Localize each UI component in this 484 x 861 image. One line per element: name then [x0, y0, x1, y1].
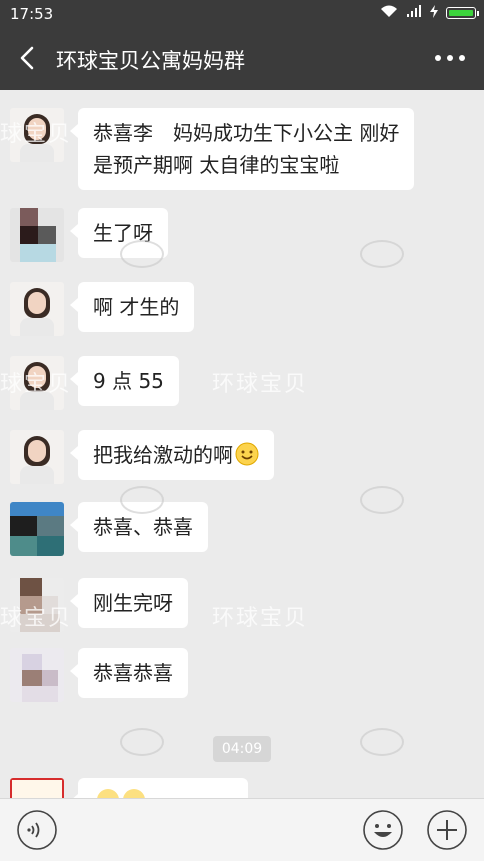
status-icons — [380, 5, 479, 21]
message-bubble[interactable] — [70, 778, 248, 798]
emoji-icon — [96, 788, 120, 798]
emoji-icon[interactable] — [362, 809, 404, 851]
avatar[interactable] — [10, 282, 64, 336]
watermark-logo — [120, 240, 164, 268]
message-row: 恭喜恭喜 — [10, 648, 188, 702]
avatar[interactable] — [10, 578, 64, 632]
watermark-logo — [120, 486, 164, 514]
more-dots-icon[interactable] — [432, 46, 468, 70]
message-row: 恭喜李 妈妈成功生下小公主 刚好 是预产期啊 太自律的宝宝啦 — [10, 108, 415, 190]
watermark-text: 环球宝贝 — [212, 606, 309, 631]
watermark-logo — [360, 728, 404, 756]
message-bubble[interactable]: 恭喜恭喜 — [70, 648, 188, 698]
voice-icon[interactable] — [16, 809, 58, 851]
status-bar: 17:53 — [0, 0, 484, 28]
battery-icon — [446, 7, 479, 19]
timestamp-badge: 04:09 — [213, 736, 271, 762]
watermark-logo — [360, 486, 404, 514]
avatar[interactable] — [10, 648, 64, 702]
charging-icon — [430, 5, 438, 21]
avatar[interactable] — [10, 502, 64, 556]
watermark-logo — [360, 240, 404, 268]
message-row — [10, 778, 248, 798]
message-bubble[interactable]: 9 点 55 — [70, 356, 179, 406]
avatar[interactable] — [10, 778, 64, 798]
message-bubble[interactable]: 恭喜李 妈妈成功生下小公主 刚好 是预产期啊 太自律的宝宝啦 — [69, 108, 415, 190]
chat-title: 环球宝贝公寓妈妈群 — [56, 49, 245, 73]
back-arrow-icon[interactable] — [14, 40, 42, 76]
message-bubble[interactable]: 啊 才生的 — [69, 282, 195, 332]
wifi-icon — [380, 5, 398, 21]
input-bar — [0, 798, 484, 861]
message-row: 9 点 55 — [10, 356, 179, 410]
signal-icon — [406, 5, 422, 21]
message-row: 把我给激动的啊 — [10, 430, 274, 484]
avatar[interactable] — [10, 430, 64, 484]
avatar[interactable] — [10, 356, 64, 410]
emoji-icon — [122, 788, 146, 798]
message-bubble[interactable]: 刚生完呀 — [70, 578, 188, 628]
message-row: 刚生完呀 — [10, 578, 188, 632]
avatar[interactable] — [10, 208, 64, 262]
message-bubble[interactable]: 把我给激动的啊 — [70, 430, 274, 480]
message-row: 啊 才生的 — [10, 282, 195, 336]
message-row: 恭喜、恭喜 — [10, 502, 208, 556]
avatar[interactable] — [10, 108, 64, 162]
watermark-logo — [120, 728, 164, 756]
watermark-text: 环球宝贝 — [212, 372, 309, 397]
smile-emoji-icon — [235, 442, 259, 466]
chat-area[interactable]: 恭喜李 妈妈成功生下小公主 刚好 是预产期啊 太自律的宝宝啦 生了呀 啊 才生的 — [0, 90, 484, 798]
plus-icon[interactable] — [426, 809, 468, 851]
status-time: 17:53 — [10, 5, 54, 23]
chat-header: 环球宝贝公寓妈妈群 — [0, 28, 484, 90]
